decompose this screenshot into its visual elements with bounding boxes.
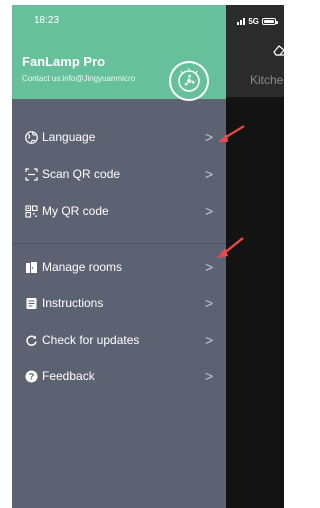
svg-text:?: ? bbox=[28, 371, 34, 381]
annotation-arrow bbox=[218, 125, 245, 142]
chevron-right-icon: > bbox=[205, 295, 214, 311]
annotation-arrow bbox=[217, 237, 244, 258]
network-label: 5G bbox=[248, 17, 259, 26]
scan-icon bbox=[24, 167, 38, 181]
battery-icon bbox=[262, 18, 278, 25]
menu-item-language[interactable]: Language > bbox=[12, 119, 226, 155]
menu-item-label: Language bbox=[42, 130, 96, 144]
menu-item-label: Check for updates bbox=[42, 333, 140, 347]
chevron-right-icon: > bbox=[205, 129, 214, 145]
chevron-right-icon: > bbox=[205, 203, 214, 219]
chevron-right-icon: > bbox=[205, 259, 214, 275]
menu-item-feedback[interactable]: ? Feedback > bbox=[12, 358, 226, 394]
menu-item-my-qr-code[interactable]: My QR code > bbox=[12, 193, 226, 229]
menu-item-scan-qr-code[interactable]: Scan QR code > bbox=[12, 156, 226, 192]
phone-screen: 5G Kitche 18:23 FanLamp Pro Contact us:i… bbox=[12, 5, 284, 508]
navigation-drawer: 18:23 FanLamp Pro Contact us:info@Jingyu… bbox=[12, 5, 226, 508]
fan-logo-icon bbox=[169, 61, 209, 101]
signal-icon bbox=[237, 18, 246, 25]
menu-item-label: My QR code bbox=[42, 204, 109, 218]
menu-item-label: Instructions bbox=[42, 296, 104, 310]
app-title: FanLamp Pro bbox=[22, 54, 106, 69]
chevron-right-icon: > bbox=[205, 368, 214, 384]
menu-item-label: Manage rooms bbox=[42, 260, 123, 274]
menu-divider bbox=[12, 243, 226, 244]
menu-item-label: Feedback bbox=[42, 369, 95, 383]
globe-icon bbox=[24, 130, 38, 144]
eraser-icon[interactable] bbox=[272, 43, 284, 57]
menu-item-check-for-updates[interactable]: Check for updates > bbox=[12, 322, 226, 358]
contact-info: Contact us:info@Jingyuanmicro bbox=[22, 74, 136, 83]
qr-code-icon bbox=[24, 204, 38, 218]
refresh-icon bbox=[24, 333, 38, 347]
door-icon bbox=[24, 260, 38, 274]
document-icon bbox=[24, 296, 38, 310]
status-time: 18:23 bbox=[34, 15, 60, 26]
status-indicators: 5G bbox=[237, 17, 278, 26]
menu-item-instructions[interactable]: Instructions > bbox=[12, 285, 226, 321]
help-icon: ? bbox=[24, 369, 38, 383]
chevron-right-icon: > bbox=[205, 166, 214, 182]
chevron-right-icon: > bbox=[205, 332, 214, 348]
menu-item-label: Scan QR code bbox=[42, 167, 121, 181]
background-app-label: Kitche bbox=[250, 73, 284, 87]
menu-item-manage-rooms[interactable]: Manage rooms > bbox=[12, 249, 226, 285]
